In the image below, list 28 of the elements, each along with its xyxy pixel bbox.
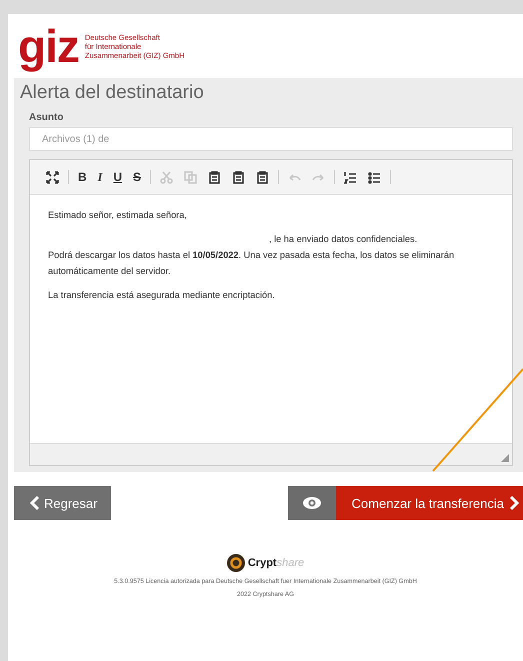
cryptshare-wordmark: Cryptshare bbox=[248, 557, 304, 569]
resize-handle-icon[interactable] bbox=[501, 454, 509, 462]
paste-icon bbox=[256, 170, 270, 184]
cryptshare-logo-icon bbox=[226, 554, 245, 572]
chevron-right-icon bbox=[509, 496, 519, 510]
paste-icon bbox=[208, 170, 222, 184]
message-paragraph: Estimado señor, estimada señora, bbox=[48, 209, 188, 222]
strike-button[interactable]: S bbox=[129, 168, 146, 186]
message-paragraph: , le ha enviado datos confidenciales. bbox=[268, 233, 418, 246]
subject-field[interactable]: Archivos (1) de bbox=[29, 127, 513, 151]
message-paragraph: Podrá descargar los datos hasta el 10/05/2022. Una vez pasada esta fecha, los datos se eliminarán automáticamente del servidor. bbox=[48, 249, 456, 278]
page-title: Alerta del destinatario bbox=[20, 82, 205, 104]
preview-button[interactable] bbox=[288, 486, 336, 520]
italic-button[interactable]: I bbox=[94, 168, 106, 186]
ul-icon bbox=[368, 170, 382, 184]
message-paragraph: La transferencia está asegurada mediante encriptación. bbox=[48, 289, 276, 302]
ol-icon bbox=[344, 170, 358, 184]
underline-button[interactable]: U bbox=[109, 168, 126, 186]
cut-icon bbox=[160, 170, 174, 184]
fullscreen-icon bbox=[46, 170, 59, 184]
bold-button[interactable]: B bbox=[74, 168, 91, 186]
chevron-left-icon bbox=[30, 496, 40, 510]
copy-icon bbox=[184, 170, 198, 184]
paste-icon bbox=[232, 170, 246, 184]
subject-label: Asunto bbox=[29, 112, 64, 123]
start-transfer-button[interactable]: Comenzar la transferencia bbox=[336, 486, 523, 520]
eye-icon bbox=[302, 496, 322, 510]
back-button[interactable]: Regresar bbox=[14, 486, 112, 520]
